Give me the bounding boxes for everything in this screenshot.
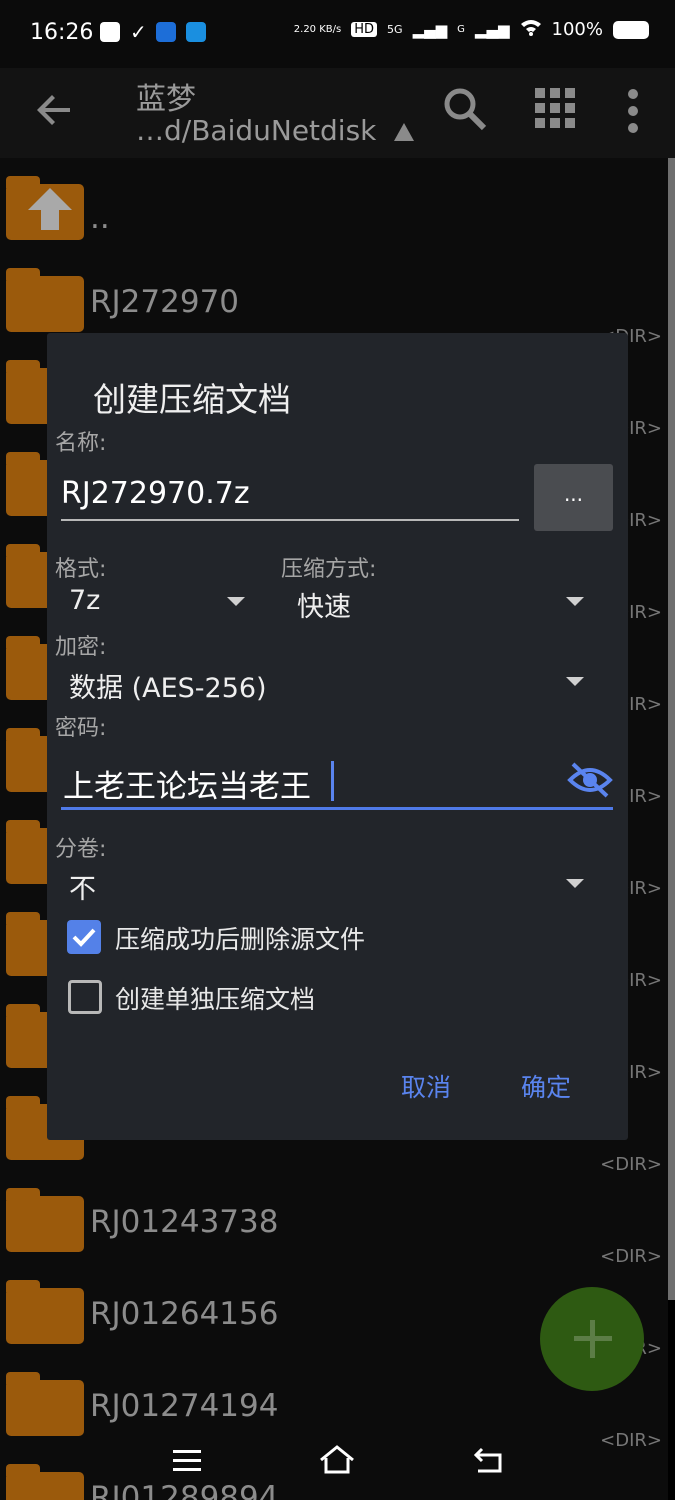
- search-icon[interactable]: [440, 84, 490, 134]
- visibility-toggle-icon[interactable]: [567, 760, 613, 800]
- compression-method-select[interactable]: 快速: [297, 585, 351, 624]
- password-input[interactable]: 上老王论坛当老王: [63, 761, 311, 806]
- format-label: 格式:: [55, 557, 107, 582]
- name-label: 名称:: [55, 431, 107, 456]
- format-dropdown-icon[interactable]: [227, 597, 245, 606]
- signal-g: G: [457, 24, 465, 35]
- home-icon[interactable]: [318, 1444, 356, 1480]
- folder-icon: [6, 268, 84, 332]
- text-cursor: [331, 761, 334, 801]
- signal-bars-2-icon: ▂▄▆: [474, 20, 510, 39]
- format-select[interactable]: 7z: [69, 585, 100, 616]
- file-name: RJ01243738: [90, 1204, 279, 1240]
- signal-bars-icon: ▂▄▆: [412, 20, 448, 39]
- encryption-label: 加密:: [55, 635, 107, 660]
- menu-icon[interactable]: [172, 1448, 202, 1478]
- hd-badge: HD: [351, 22, 378, 37]
- method-dropdown-icon[interactable]: [566, 597, 584, 606]
- delete-source-label[interactable]: 压缩成功后删除源文件: [115, 920, 365, 956]
- dir-tag: <DIR>: [600, 1246, 662, 1267]
- back-arrow-icon[interactable]: [30, 86, 78, 134]
- separate-archive-label[interactable]: 创建单独压缩文档: [115, 980, 315, 1016]
- file-name: RJ01264156: [90, 1296, 279, 1332]
- battery-icon: [613, 20, 649, 39]
- grid-view-icon[interactable]: [533, 86, 577, 130]
- app-notification-icon: [186, 22, 206, 42]
- back-nav-icon[interactable]: [472, 1446, 504, 1478]
- path-breadcrumb[interactable]: …d/BaiduNetdisk: [136, 114, 376, 147]
- folder-title: 蓝梦: [136, 82, 196, 117]
- folder-icon: [6, 1188, 84, 1252]
- compression-method-label: 压缩方式:: [281, 557, 377, 582]
- ok-button[interactable]: 确定: [521, 1068, 571, 1104]
- list-item-parent[interactable]: ..: [0, 168, 668, 260]
- archive-name-input[interactable]: RJ272970.7z: [61, 476, 250, 511]
- check-icon: ✓: [130, 20, 147, 44]
- name-underline: [61, 519, 519, 521]
- password-label: 密码:: [55, 716, 107, 741]
- status-indicators: 2.20 KB/s HD 5G ▂▄▆ G ▂▄▆ 100%: [294, 18, 649, 41]
- delete-source-checkbox[interactable]: [67, 920, 101, 954]
- folder-icon: [6, 1280, 84, 1344]
- create-archive-dialog: 创建压缩文档 名称: RJ272970.7z ... 格式: 7z 压缩方式: …: [47, 333, 628, 1140]
- status-bar: 16:26 ✓ 2.20 KB/s HD 5G ▂▄▆ G ▂▄▆ 100%: [0, 0, 675, 68]
- alipay-icon: [156, 22, 176, 42]
- clipboard-icon: [100, 22, 120, 42]
- battery-percent: 100%: [551, 19, 603, 40]
- list-item[interactable]: RJ01243738 <DIR>: [0, 1180, 668, 1272]
- volume-select[interactable]: 不: [69, 867, 96, 906]
- volume-label: 分卷:: [55, 837, 107, 862]
- cancel-button[interactable]: 取消: [401, 1068, 451, 1104]
- more-vert-icon[interactable]: [622, 84, 644, 138]
- file-name: ..: [90, 200, 110, 236]
- folder-icon: [6, 1372, 84, 1436]
- encryption-select[interactable]: 数据 (AES-256): [69, 666, 267, 705]
- file-name: RJ01274194: [90, 1388, 279, 1424]
- system-nav-bar: [0, 1430, 675, 1500]
- folder-up-icon: [6, 176, 84, 240]
- volume-dropdown-icon[interactable]: [566, 879, 584, 888]
- wifi-icon: [520, 18, 542, 41]
- path-dropdown-icon[interactable]: [394, 123, 414, 141]
- status-time: 16:26: [30, 20, 94, 45]
- separate-archive-checkbox[interactable]: [68, 980, 102, 1014]
- browse-button[interactable]: ...: [534, 464, 613, 531]
- signal-5g: 5G: [387, 23, 403, 36]
- toolbar: 蓝梦 …d/BaiduNetdisk: [0, 68, 675, 158]
- encryption-dropdown-icon[interactable]: [566, 677, 584, 686]
- net-speed: 2.20 KB/s: [293, 23, 342, 35]
- dir-tag: <DIR>: [600, 1154, 662, 1175]
- password-underline: [61, 807, 613, 810]
- plus-icon-stem: [590, 1320, 595, 1358]
- dialog-title: 创建压缩文档: [93, 380, 291, 419]
- scrollbar[interactable]: [668, 158, 675, 1300]
- file-name: RJ272970: [90, 284, 240, 320]
